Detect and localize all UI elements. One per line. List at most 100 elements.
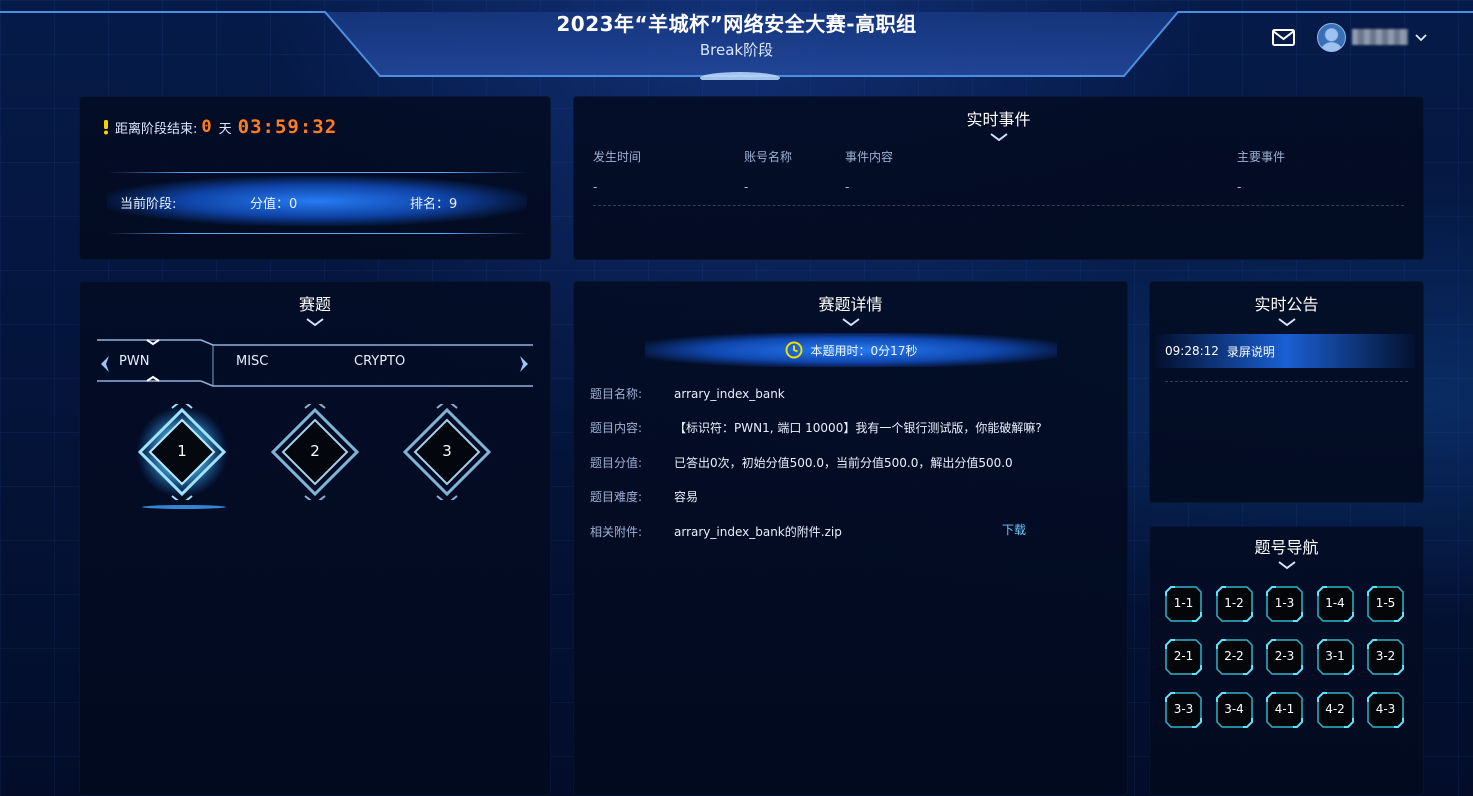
clock-icon bbox=[785, 341, 803, 359]
nav-panel: 题号导航 1-1 1-2 1-3 1-4 1-5 2-1 2-2 2-3 3-1 3-2 3-3 3-… bbox=[1149, 526, 1424, 796]
table-divider bbox=[593, 205, 1404, 206]
nav-item-label: 2-3 bbox=[1274, 649, 1295, 663]
detail-row-attachment: 相关附件: arrary_index_bank的附件.zip bbox=[590, 523, 842, 540]
details-title: 赛题详情 bbox=[818, 295, 883, 314]
detail-value: arrary_index_bank bbox=[674, 387, 785, 401]
col-content: 事件内容 bbox=[845, 150, 894, 164]
nav-item-2-2[interactable]: 2-2 bbox=[1215, 639, 1253, 675]
detail-row-content: 题目内容: 【标识符：PWN1, 端口 10000】我有一个银行测试版，你能破解嘛… bbox=[590, 419, 1042, 436]
avatar[interactable] bbox=[1317, 22, 1346, 52]
countdown-days-unit: 天 bbox=[218, 121, 232, 137]
challenge-card-2[interactable]: 2 bbox=[267, 398, 363, 506]
event-content: - bbox=[845, 180, 850, 194]
nav-item-label: 1-2 bbox=[1224, 596, 1244, 610]
challenge-number: 1 bbox=[177, 442, 187, 460]
details-panel: 赛题详情 本题用时：0分17秒 题目名称: arrary_index_bank 题… bbox=[573, 281, 1128, 796]
notice-time: 09:28:12 bbox=[1165, 344, 1219, 358]
selected-indicator bbox=[142, 505, 226, 509]
tabs-frame bbox=[97, 339, 533, 387]
events-title: 实时事件 bbox=[966, 110, 1031, 129]
title-divider bbox=[1165, 561, 1408, 570]
nav-item-label: 1-4 bbox=[1325, 596, 1345, 610]
chevron-right-icon[interactable] bbox=[519, 355, 529, 373]
detail-label: 相关附件: bbox=[590, 525, 643, 539]
title-divider bbox=[651, 133, 1347, 142]
nav-item-4-1[interactable]: 4-1 bbox=[1266, 692, 1303, 728]
user-menu[interactable]: user bbox=[1317, 22, 1428, 52]
username: user bbox=[1352, 29, 1408, 45]
detail-value: 容易 bbox=[674, 490, 699, 504]
detail-label: 题目内容: bbox=[590, 421, 643, 435]
countdown-panel: 距离阶段结束: 0 天 03:59:32 当前阶段: 分值：0 排名：9 bbox=[79, 96, 551, 260]
detail-row-name: 题目名称: arrary_index_bank bbox=[590, 385, 785, 402]
tab-crypto[interactable]: CRYPTO bbox=[354, 354, 405, 369]
score-value: 分值：0 bbox=[250, 197, 298, 212]
challenges-title: 赛题 bbox=[298, 295, 331, 314]
countdown-days: 0 bbox=[201, 117, 213, 137]
title-divider bbox=[97, 318, 533, 327]
nav-item-1-4[interactable]: 1-4 bbox=[1316, 586, 1354, 622]
title-divider bbox=[1165, 318, 1408, 327]
notices-panel: 实时公告 09:28:12 录屏说明 bbox=[1149, 281, 1424, 503]
nav-item-3-1[interactable]: 3-1 bbox=[1316, 639, 1354, 675]
nav-item-1-2[interactable]: 1-2 bbox=[1215, 586, 1253, 622]
chevron-left-icon[interactable] bbox=[100, 355, 110, 373]
notice-text: 录屏说明 bbox=[1226, 344, 1275, 359]
nav-item-1-5[interactable]: 1-5 bbox=[1367, 586, 1404, 622]
countdown: 距离阶段结束: 0 天 03:59:32 bbox=[101, 116, 337, 138]
detail-label: 题目难度: bbox=[590, 490, 643, 504]
countdown-time: 03:59:32 bbox=[237, 116, 338, 138]
timer-text: 本题用时：0分17秒 bbox=[810, 343, 918, 358]
event-major: - bbox=[1237, 180, 1242, 194]
col-account: 账号名称 bbox=[744, 150, 793, 164]
notice-divider bbox=[1165, 381, 1408, 382]
nav-item-label: 2-2 bbox=[1224, 649, 1244, 663]
nav-item-3-2[interactable]: 3-2 bbox=[1367, 639, 1404, 675]
nav-item-label: 3-4 bbox=[1224, 702, 1244, 716]
nav-item-4-3[interactable]: 4-3 bbox=[1367, 692, 1404, 728]
notices-title: 实时公告 bbox=[1254, 295, 1319, 314]
nav-item-label: 4-2 bbox=[1325, 702, 1345, 716]
mail-icon[interactable] bbox=[1271, 27, 1297, 49]
nav-item-label: 4-1 bbox=[1274, 702, 1295, 716]
nav-item-label: 1-5 bbox=[1375, 596, 1396, 610]
challenge-number: 2 bbox=[310, 442, 320, 460]
nav-item-1-3[interactable]: 1-3 bbox=[1266, 586, 1303, 622]
event-time: - bbox=[593, 180, 598, 194]
detail-value: 【标识符：PWN1, 端口 10000】我有一个银行测试版，你能破解嘛? bbox=[674, 421, 1042, 435]
challenge-card-3[interactable]: 3 bbox=[399, 398, 495, 506]
nav-item-3-3[interactable]: 3-3 bbox=[1165, 692, 1202, 728]
nav-item-label: 1-3 bbox=[1274, 596, 1295, 610]
detail-row-difficulty: 题目难度: 容易 bbox=[590, 488, 698, 505]
nav-item-label: 3-2 bbox=[1375, 649, 1396, 663]
challenge-card-1[interactable]: 1 bbox=[134, 398, 230, 506]
notice-item[interactable]: 09:28:12 录屏说明 bbox=[1157, 334, 1415, 368]
warning-icon bbox=[104, 120, 108, 135]
rank-value: 排名：9 bbox=[410, 197, 458, 212]
nav-item-label: 4-3 bbox=[1375, 702, 1396, 716]
nav-item-label: 3-3 bbox=[1173, 702, 1194, 716]
event-account: - bbox=[744, 180, 749, 194]
nav-item-2-3[interactable]: 2-3 bbox=[1266, 639, 1303, 675]
challenge-number: 3 bbox=[442, 442, 452, 460]
nav-item-label: 1-1 bbox=[1173, 596, 1194, 610]
nav-title: 题号导航 bbox=[1254, 538, 1319, 557]
download-link[interactable]: 下载 bbox=[1002, 521, 1026, 538]
countdown-label: 距离阶段结束: bbox=[115, 121, 198, 137]
nav-item-2-1[interactable]: 2-1 bbox=[1165, 639, 1202, 675]
title-divider bbox=[645, 318, 1057, 327]
tab-misc[interactable]: MISC bbox=[236, 354, 268, 369]
detail-label: 题目分值: bbox=[590, 456, 643, 470]
nav-item-1-1[interactable]: 1-1 bbox=[1165, 586, 1202, 622]
tab-pwn[interactable]: PWN bbox=[119, 354, 149, 369]
nav-item-4-2[interactable]: 4-2 bbox=[1316, 692, 1354, 728]
nav-item-3-4[interactable]: 3-4 bbox=[1215, 692, 1253, 728]
detail-row-score: 题目分值: 已答出0次，初始分值500.0，当前分值500.0，解出分值500.0 bbox=[590, 454, 1013, 471]
stage-bar: 当前阶段: 分值：0 排名：9 bbox=[107, 172, 527, 234]
current-stage-label: 当前阶段: bbox=[120, 197, 177, 212]
challenges-panel: 赛题 PWN MISC CRYPTO 1 2 3 bbox=[79, 281, 551, 796]
category-tabs: PWN MISC CRYPTO bbox=[97, 339, 533, 389]
nav-item-label: 3-1 bbox=[1325, 649, 1345, 663]
chevron-down-icon[interactable] bbox=[1414, 30, 1428, 44]
challenge-timer: 本题用时：0分17秒 bbox=[645, 333, 1057, 367]
